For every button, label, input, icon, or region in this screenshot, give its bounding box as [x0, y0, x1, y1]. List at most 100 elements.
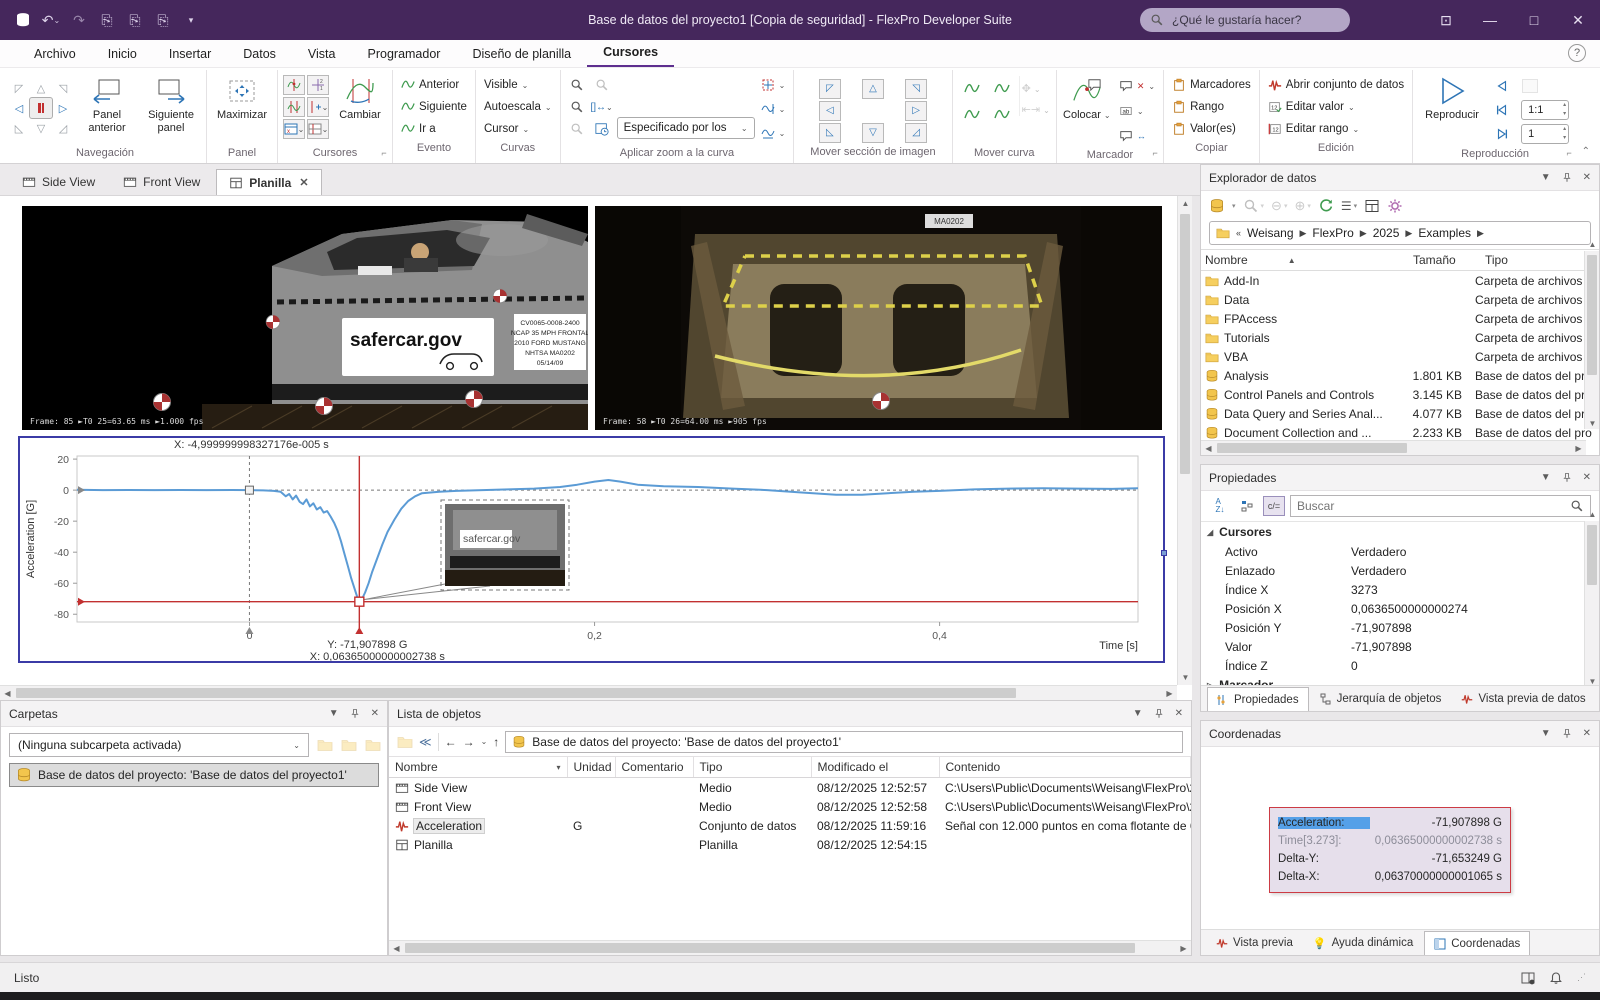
resize-grip-icon[interactable]: ⋰: [1577, 972, 1586, 983]
curvas-visible-button[interactable]: Visible ⌄: [480, 74, 556, 96]
close-panel-icon[interactable]: ✕: [371, 708, 379, 719]
nav-back-icon[interactable]: ⊖ ▾: [1271, 198, 1287, 214]
nav-left-icon[interactable]: ◁: [11, 101, 27, 115]
tell-me-search[interactable]: [1140, 8, 1350, 32]
file-row[interactable]: Data Query and Series Anal... 4.077 KB Bas…: [1201, 404, 1599, 423]
property-row[interactable]: Índice Z0: [1201, 656, 1599, 675]
chart-canvas[interactable]: 200-20-40-60-800 0,2 0,4safercar.govX: -4,…: [20, 438, 1163, 661]
zoom-in-cursor-icon[interactable]: [570, 78, 584, 92]
hscroll-thumb[interactable]: [16, 688, 1016, 698]
property-row[interactable]: Enlazado Verdadero: [1201, 561, 1599, 580]
object-table-header-row[interactable]: Nombre ▾ Unidad Comentario Tipo Modificad…: [389, 757, 1191, 778]
paste-formula-icon[interactable]: ⎘: [126, 11, 144, 29]
tab-insertar[interactable]: Insertar: [153, 42, 227, 67]
index-manager-icon[interactable]: [1364, 198, 1380, 214]
property-row[interactable]: Posición X 0,0636500000000274: [1201, 599, 1599, 618]
close-panel-icon[interactable]: ✕: [1583, 172, 1591, 183]
copiar-valores-button[interactable]: Valor(es): [1168, 118, 1255, 140]
back-icon[interactable]: ←: [445, 735, 457, 749]
undo-icon[interactable]: ↶ ⌄: [42, 11, 60, 29]
curvas-cursor-button[interactable]: Cursor ⌄: [480, 118, 556, 140]
speed-ratio-spinner[interactable]: 1:1 ▴ ▾: [1521, 100, 1570, 120]
tab-inicio[interactable]: Inicio: [92, 42, 153, 67]
file-row[interactable]: FPAccess Carpeta de archivos: [1201, 309, 1599, 328]
selection-handle[interactable]: [1161, 549, 1167, 556]
front-view-video-frame[interactable]: MA0202 Frame: 58 ►T0 26=64.00 ms ►905 fp…: [595, 206, 1162, 430]
close-panel-icon[interactable]: ✕: [1583, 472, 1591, 483]
property-row[interactable]: Valor -71,907898: [1201, 637, 1599, 656]
close-tab-icon[interactable]: ✕: [299, 176, 308, 189]
file-row[interactable]: Data Carpeta de archivos: [1201, 290, 1599, 309]
vscroll-thumb[interactable]: [1587, 525, 1597, 585]
categorized-icon[interactable]: [1236, 496, 1258, 516]
properties-search-input[interactable]: [1297, 499, 1570, 513]
file-row[interactable]: Control Panels and Controls 3.145 KB Base …: [1201, 385, 1599, 404]
up-level-icon[interactable]: ↑: [493, 735, 499, 749]
hscroll-thumb[interactable]: [1217, 443, 1407, 453]
folder-up-icon[interactable]: [397, 734, 413, 750]
move-section-up-right-button[interactable]: ◹: [905, 79, 928, 99]
cursor-table-icon[interactable]: x ⌄: [283, 119, 305, 139]
editar-rango-button[interactable]: 12 Editar rango ⌄: [1264, 118, 1408, 140]
ribbon-display-options-button[interactable]: ⊡: [1424, 0, 1468, 40]
zoom-x-scale-icon[interactable]: ⌄: [757, 122, 790, 144]
rename-folder-icon[interactable]: [341, 737, 357, 753]
marker-label-icon[interactable]: ab ⌄: [1115, 100, 1159, 122]
nav-right-icon[interactable]: ▷: [55, 101, 71, 115]
minimize-button[interactable]: —: [1468, 0, 1512, 40]
tab-vista[interactable]: Vista: [292, 42, 352, 67]
move-section-right-button[interactable]: ▷: [905, 101, 928, 121]
nav-down-right-icon[interactable]: ◿: [55, 121, 71, 135]
marker-delete-icon[interactable]: ✕ ⌄: [1115, 75, 1159, 97]
repeat-count-spinner[interactable]: 1 ▴ ▾: [1521, 124, 1570, 144]
move-section-down-button[interactable]: ▽: [861, 123, 884, 143]
pin-icon[interactable]: [1561, 472, 1573, 484]
database-options-icon[interactable]: [1209, 198, 1225, 214]
doc-tab-planilla[interactable]: Planilla ✕: [216, 169, 322, 195]
vscroll-thumb[interactable]: [1587, 255, 1597, 375]
pin-icon[interactable]: [1561, 172, 1573, 184]
go-to-start-icon[interactable]: [1495, 103, 1509, 117]
file-row[interactable]: Analysis 1.801 KB Base de datos del pro: [1201, 366, 1599, 385]
explorer-column-headers[interactable]: Nombre ▲ Tamaño Tipo: [1201, 249, 1599, 271]
reproduccion-dialog-launcher[interactable]: ⌐: [1563, 148, 1575, 160]
move-section-up-button[interactable]: △: [861, 79, 884, 99]
tab-programador[interactable]: Programador: [352, 42, 457, 67]
forward-icon[interactable]: →: [463, 735, 475, 749]
document-vscrollbar[interactable]: ▲ ▼: [1177, 196, 1192, 685]
move-curve-right-icon[interactable]: [994, 107, 1010, 123]
tab-ayuda-dinamica[interactable]: 💡 Ayuda dinámica: [1304, 931, 1422, 955]
delete-folder-icon[interactable]: [365, 737, 381, 753]
editar-valor-button[interactable]: 12 Editar valor ⌄: [1264, 96, 1408, 118]
help-button[interactable]: ?: [1568, 44, 1586, 62]
pin-icon[interactable]: [349, 708, 361, 720]
tab-vista-previa-datos[interactable]: Vista previa de datos: [1452, 687, 1594, 711]
panel-menu-icon[interactable]: ▼: [329, 708, 339, 719]
abrir-conjunto-button[interactable]: Abrir conjunto de datos: [1264, 74, 1408, 96]
marker-move-icon[interactable]: ↔: [1115, 125, 1159, 147]
zoom-out-cursor-icon[interactable]: [595, 78, 609, 92]
panel-anterior-button[interactable]: Panel anterior: [76, 72, 138, 135]
move-curve-horizontal-icon[interactable]: ⇤⇥ ⌄: [1022, 103, 1050, 116]
move-curve-down-icon[interactable]: [964, 107, 980, 123]
explorer-hscrollbar[interactable]: ◀ ▶: [1201, 440, 1586, 455]
collapse-ribbon-icon[interactable]: ⌃: [1582, 146, 1590, 157]
cursor-add-icon[interactable]: ⌄: [307, 97, 329, 117]
settings-gear-icon[interactable]: [1387, 198, 1403, 214]
object-row-planilla[interactable]: Planilla Planilla 08/12/2025 12:54:15: [389, 835, 1191, 854]
property-row[interactable]: Posición Y -71,907898: [1201, 618, 1599, 637]
close-panel-icon[interactable]: ✕: [1175, 708, 1183, 719]
explorer-vscrollbar[interactable]: ▲ ▼: [1584, 240, 1599, 429]
reproducir-button[interactable]: Reproducir: [1417, 72, 1487, 122]
tab-jerarquia[interactable]: Jerarquía de objetos: [1311, 687, 1451, 711]
acceleration-chart[interactable]: 20 0 -20 -40 -60 -80 0 0,2 0,4 safercar.gov X: -4,…: [18, 436, 1167, 663]
doc-tab-side-view[interactable]: Side View: [10, 169, 107, 195]
move-section-up-left-button[interactable]: ◸: [818, 79, 841, 99]
current-location-field[interactable]: Base de datos del proyecto: 'Base de dat…: [505, 730, 1183, 753]
zoom-y-scale-icon[interactable]: ⌄: [757, 98, 790, 120]
zoom-in-marked-icon[interactable]: [570, 100, 584, 114]
search-input[interactable]: [1172, 13, 1332, 27]
panel-menu-icon[interactable]: ▼: [1133, 708, 1143, 719]
marcador-dialog-launcher[interactable]: ⌐: [1149, 148, 1161, 160]
tab-vista-previa[interactable]: Vista previa: [1207, 931, 1302, 955]
